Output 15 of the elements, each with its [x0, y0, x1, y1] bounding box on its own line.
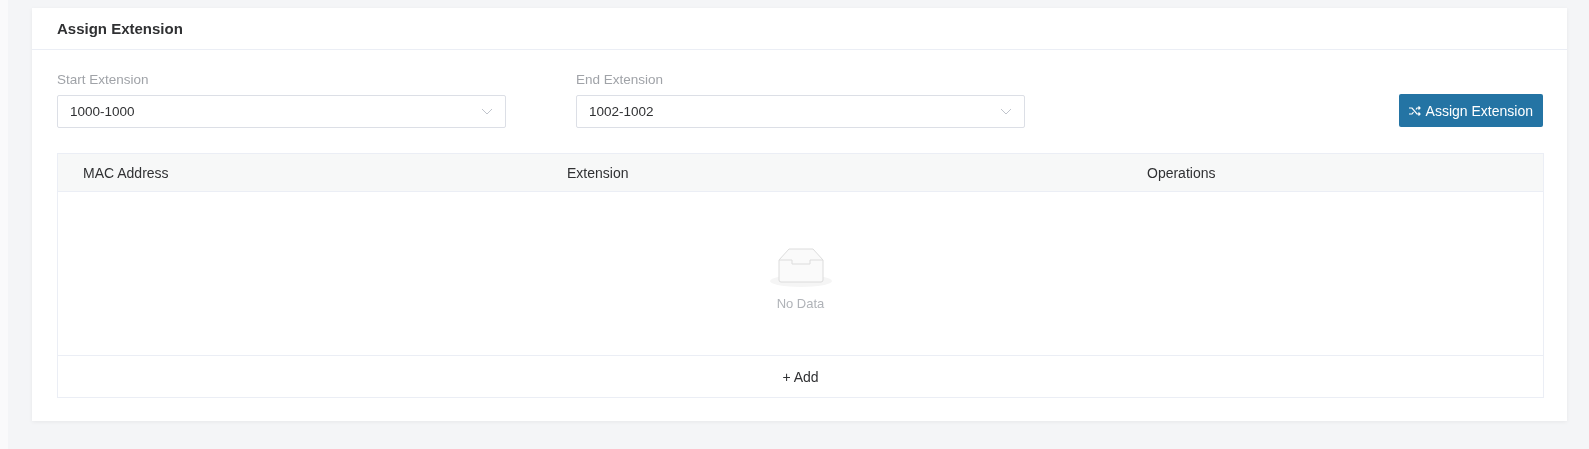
field-label: End Extension — [576, 72, 665, 87]
column-header: Operations — [1147, 164, 1216, 181]
select-field[interactable]: 1000-1000 — [57, 95, 506, 128]
assign-extension-button[interactable]: Assign Extension — [1398, 94, 1543, 127]
column-header: MAC Address — [83, 164, 170, 181]
add-button[interactable]: + Add — [776, 367, 825, 386]
select-field[interactable]: 1002-1002 — [576, 95, 1025, 128]
empty-message: No Data — [776, 296, 825, 311]
shuffle-icon — [1408, 105, 1421, 116]
field-label: Start Extension — [57, 72, 150, 87]
card-title: Assign Extension — [57, 20, 183, 37]
empty-box-icon — [768, 246, 833, 288]
chevron-icon — [481, 108, 493, 115]
column-header: Extension — [567, 164, 630, 181]
chevron-icon — [1000, 108, 1012, 115]
